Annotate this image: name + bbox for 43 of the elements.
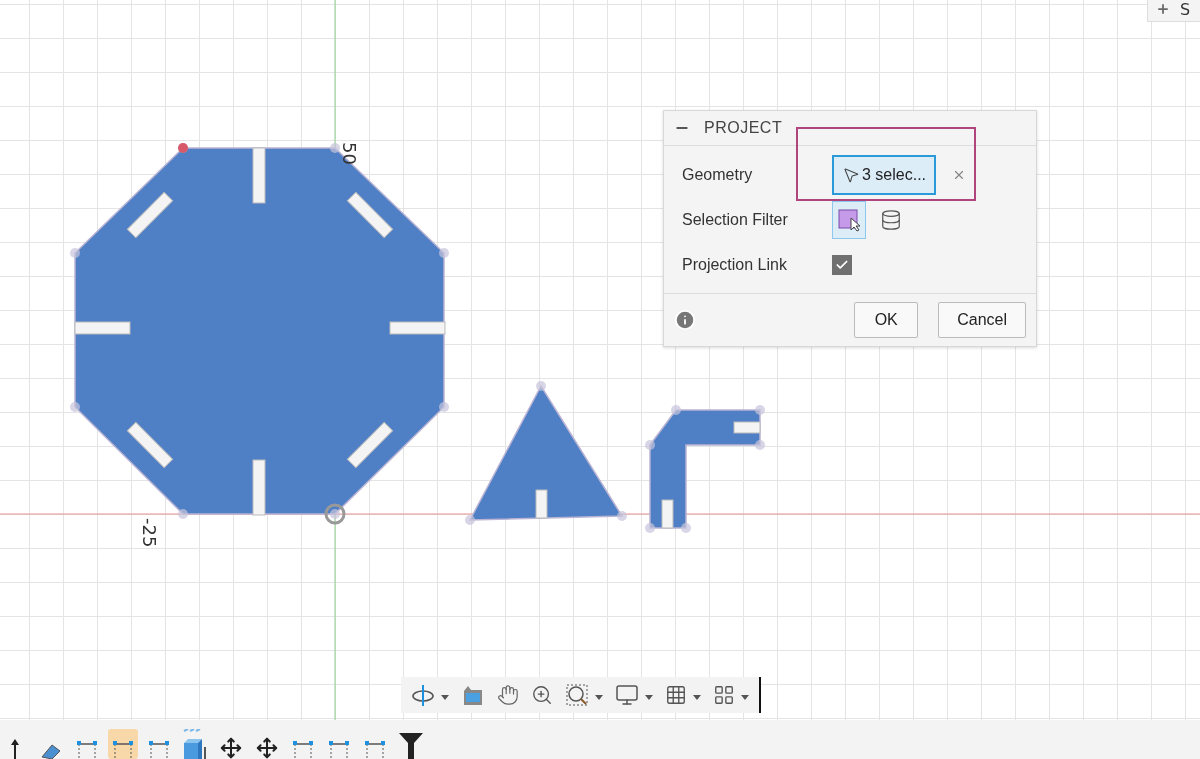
zoom-window-icon [565, 683, 589, 707]
frame-icon [75, 741, 99, 759]
dialog-title: PROJECT [704, 119, 783, 137]
funnel-icon [399, 733, 423, 759]
face-select-icon [837, 207, 861, 232]
caret-icon [441, 694, 449, 700]
cursor-icon [842, 165, 860, 184]
frame-icon [111, 741, 135, 759]
frame-icon [363, 741, 387, 759]
eraser-icon [40, 743, 62, 759]
frame-icon [291, 741, 315, 759]
move-icon [256, 737, 278, 759]
caret-icon [693, 694, 701, 700]
corner-tab[interactable]: S [1147, 0, 1200, 22]
caret-icon [741, 694, 749, 700]
zoom-icon [531, 684, 553, 706]
arrow-icon [11, 739, 19, 759]
dimension-label: 50 [339, 142, 360, 165]
ok-button[interactable]: OK [854, 302, 919, 338]
plus-icon [1156, 2, 1170, 16]
cylinder-icon [880, 208, 902, 231]
face-filter-button[interactable] [832, 200, 866, 239]
box-extrude-icon [182, 729, 208, 759]
viewports-icon [713, 684, 735, 706]
frame-icon [327, 741, 351, 759]
dimension-label: -25 [139, 518, 160, 548]
grid-icon [665, 684, 687, 706]
pan-icon [497, 684, 519, 706]
cancel-button[interactable]: Cancel [938, 302, 1026, 338]
field-label: Geometry [682, 165, 754, 184]
checkbox[interactable] [832, 254, 852, 275]
info-icon[interactable] [674, 309, 696, 331]
frame-tool-button[interactable] [108, 729, 138, 759]
field-label: Projection Link [682, 255, 788, 274]
display-icon [615, 683, 639, 707]
origin-point-icon [324, 503, 346, 525]
caret-icon [645, 694, 653, 700]
move-icon [220, 737, 242, 759]
caret-icon [595, 694, 603, 700]
geometry-selection-button[interactable]: 3 selec... [832, 154, 937, 195]
orbit-icon [411, 683, 435, 707]
frame-icon [147, 741, 171, 759]
field-label: Selection Filter [682, 210, 789, 229]
